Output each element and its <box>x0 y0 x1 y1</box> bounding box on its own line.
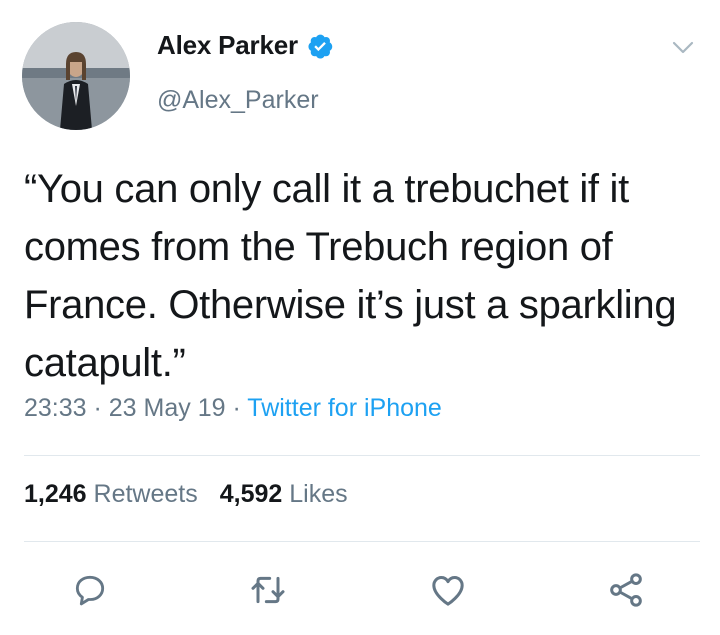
meta-separator: · <box>225 394 248 422</box>
likes-stat[interactable]: 4,592 Likes <box>220 480 348 508</box>
likes-label: Likes <box>289 480 348 508</box>
share-icon <box>610 573 642 607</box>
tweet-source-link[interactable]: Twitter for iPhone <box>247 394 442 422</box>
like-button[interactable] <box>428 570 468 610</box>
retweet-button[interactable] <box>248 570 288 610</box>
retweets-label: Retweets <box>93 480 198 508</box>
likes-count: 4,592 <box>219 480 283 508</box>
like-icon <box>432 576 464 606</box>
reply-icon <box>75 575 105 606</box>
share-button[interactable] <box>606 570 646 610</box>
retweet-icon <box>251 576 285 604</box>
chevron-down-icon[interactable] <box>672 40 694 56</box>
author-name-row[interactable]: Alex Parker <box>157 30 334 61</box>
reply-button[interactable] <box>70 570 110 610</box>
retweets-stat[interactable]: 1,246 Retweets <box>24 480 198 508</box>
author-handle[interactable]: @Alex_Parker <box>157 86 319 115</box>
retweets-count: 1,246 <box>24 480 87 508</box>
meta-separator: · <box>86 394 109 422</box>
tweet-date: 23 May 19 <box>108 394 226 422</box>
divider <box>24 455 700 456</box>
tweet-stats: 1,246 Retweets 4,592 Likes <box>24 480 348 509</box>
verified-badge-icon <box>308 34 333 58</box>
tweet-meta: 23:33 · 23 May 19 · Twitter for iPhone <box>24 394 442 423</box>
avatar[interactable] <box>22 22 130 130</box>
author-name[interactable]: Alex Parker <box>157 30 298 61</box>
tweet-text: “You can only call it a trebuchet if it … <box>24 167 677 385</box>
tweet-time: 23:33 <box>24 394 87 422</box>
divider <box>24 541 700 542</box>
